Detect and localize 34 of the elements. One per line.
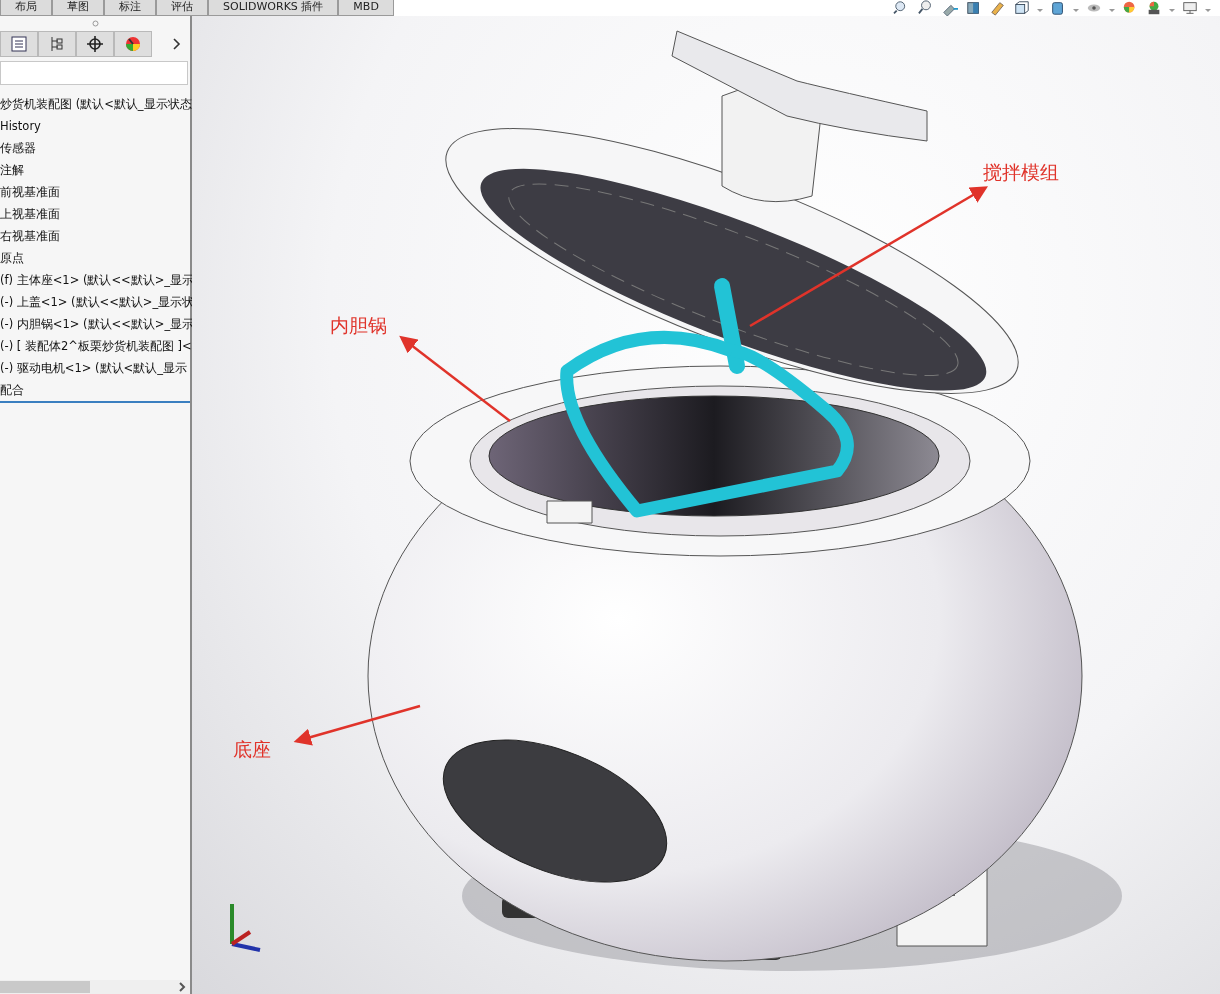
chevron-right-icon[interactable] (178, 982, 186, 992)
panel-tab[interactable] (76, 31, 114, 57)
chevron-right-icon[interactable] (172, 37, 182, 51)
tree-item[interactable]: 注解 (0, 159, 190, 181)
axis-triad-icon (230, 904, 261, 952)
callout-label: 内胆锅 (330, 314, 387, 336)
tree-item[interactable]: History (0, 115, 190, 137)
command-tab[interactable]: 布局 (0, 0, 52, 16)
tree-icon (48, 35, 66, 53)
tree-item[interactable]: 原点 (0, 247, 190, 269)
tree-item[interactable]: 配合 (0, 379, 190, 401)
tree-item[interactable]: (-) [ 装配体2^板栗炒货机装配图 ]< (0, 335, 190, 357)
command-tab[interactable]: SOLIDWORKS 插件 (208, 0, 339, 16)
cube-icon[interactable] (1012, 0, 1032, 16)
color-wheel-icon (124, 35, 142, 53)
tree-item[interactable]: 上视基准面 (0, 203, 190, 225)
graphics-viewport[interactable]: 搅拌模组 内胆锅 底座 (192, 16, 1220, 994)
monitor-icon[interactable] (1180, 0, 1200, 16)
tree-item[interactable]: 前视基准面 (0, 181, 190, 203)
command-tab[interactable]: 评估 (156, 0, 208, 16)
tree-item[interactable]: 传感器 (0, 137, 190, 159)
callout-label: 底座 (233, 738, 271, 760)
tree-item[interactable]: 右视基准面 (0, 225, 190, 247)
command-tab[interactable]: MBD (338, 0, 394, 16)
tree-item[interactable]: 炒货机装配图 (默认<默认_显示状态 (0, 93, 190, 115)
command-tab[interactable]: 标注 (104, 0, 156, 16)
grip-icon[interactable] (91, 20, 99, 27)
scrollbar-thumb[interactable] (0, 981, 90, 993)
list-icon (10, 35, 28, 53)
command-tab[interactable]: 草图 (52, 0, 104, 16)
crosshair-icon (86, 35, 104, 53)
callout-label: 搅拌模组 (983, 161, 1059, 183)
filter-field[interactable] (0, 61, 188, 85)
tree-item[interactable]: (-) 驱动电机<1> (默认<默认_显示 (0, 357, 190, 379)
